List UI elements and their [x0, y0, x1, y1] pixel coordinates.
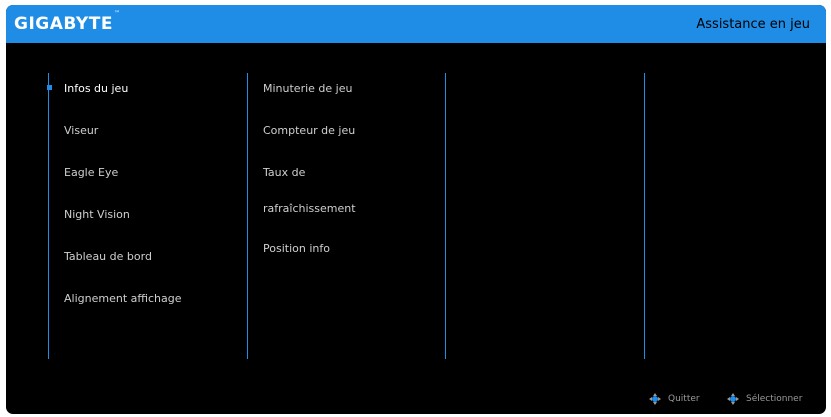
- menu-item-eagle-eye[interactable]: Eagle Eye: [64, 166, 118, 179]
- submenu-item-taux-de-rafraichissement-line2[interactable]: rafraîchissement: [263, 202, 356, 215]
- osd-panel: GIGABYTE™ Assistance en jeu Infos du jeu…: [6, 5, 826, 414]
- menu-item-tableau-de-bord[interactable]: Tableau de bord: [64, 250, 152, 263]
- column-divider: [247, 73, 248, 359]
- quit-label: Quitter: [668, 394, 700, 404]
- column-divider: [48, 73, 49, 359]
- submenu-item-position-info[interactable]: Position info: [263, 242, 330, 255]
- menu-item-viseur[interactable]: Viseur: [64, 124, 98, 137]
- select-hint[interactable]: Sélectionner: [726, 392, 802, 406]
- page-title: Assistance en jeu: [696, 17, 810, 32]
- menu-item-night-vision[interactable]: Night Vision: [64, 208, 130, 221]
- quit-hint[interactable]: Quitter: [648, 392, 700, 406]
- brand-logo: GIGABYTE™: [14, 10, 120, 34]
- header-bar: GIGABYTE™ Assistance en jeu: [6, 5, 826, 43]
- submenu-item-compteur-de-jeu[interactable]: Compteur de jeu: [263, 124, 355, 137]
- column-divider: [644, 73, 645, 359]
- joystick-icon: [648, 392, 662, 406]
- submenu-item-minuterie-de-jeu[interactable]: Minuterie de jeu: [263, 82, 352, 95]
- selection-marker-icon: [47, 85, 52, 90]
- menu-item-infos-du-jeu[interactable]: Infos du jeu: [64, 82, 128, 95]
- column-divider: [445, 73, 446, 359]
- menu-item-alignement-affichage[interactable]: Alignement affichage: [64, 292, 182, 305]
- brand-text: GIGABYTE: [14, 14, 113, 34]
- joystick-icon: [726, 392, 740, 406]
- select-label: Sélectionner: [746, 394, 803, 404]
- submenu-item-taux-de-rafraichissement[interactable]: Taux de: [263, 166, 305, 179]
- brand-trademark: ™: [113, 10, 121, 18]
